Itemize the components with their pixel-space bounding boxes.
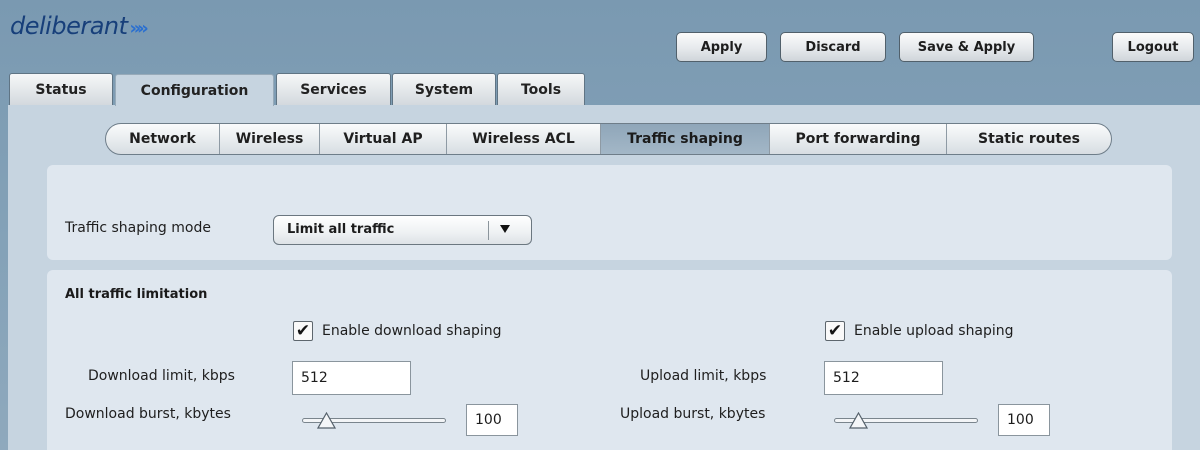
section-title: All traffic limitation [65, 287, 208, 302]
tab-services[interactable]: Services [276, 73, 391, 105]
logo-arrow-icon: »» [129, 18, 149, 39]
enable-download-shaping-label: Enable download shaping [322, 323, 502, 339]
tab-configuration[interactable]: Configuration [115, 74, 274, 106]
subtab-port-forwarding[interactable]: Port forwarding [770, 124, 947, 154]
checkmark-icon: ✔ [827, 320, 843, 341]
slider-thumb-icon[interactable] [849, 412, 868, 429]
discard-button[interactable]: Discard [780, 32, 886, 62]
apply-button[interactable]: Apply [676, 32, 767, 62]
upload-limit-label: Upload limit, kbps [640, 368, 767, 384]
configuration-subtabs: Network Wireless Virtual AP Wireless ACL… [105, 123, 1112, 155]
tab-status[interactable]: Status [9, 73, 113, 105]
subtab-static-routes[interactable]: Static routes [947, 124, 1111, 154]
logout-button[interactable]: Logout [1112, 32, 1194, 62]
traffic-shaping-mode-label: Traffic shaping mode [65, 220, 211, 236]
selected-mode-value: Limit all traffic [287, 222, 395, 237]
subtab-wireless-acl[interactable]: Wireless ACL [447, 124, 601, 154]
tab-tools[interactable]: Tools [497, 73, 585, 105]
enable-upload-shaping-checkbox[interactable]: ✔ [825, 321, 845, 341]
download-burst-input[interactable]: 100 [466, 404, 518, 436]
select-divider [488, 221, 489, 240]
download-limit-input[interactable]: 512 [292, 361, 411, 395]
dropdown-arrow-icon [500, 225, 510, 233]
enable-upload-shaping-label: Enable upload shaping [854, 323, 1014, 339]
upload-burst-label: Upload burst, kbytes [620, 406, 766, 422]
traffic-shaping-mode-select[interactable]: Limit all traffic [273, 215, 532, 245]
checkmark-icon: ✔ [295, 320, 311, 341]
tab-system[interactable]: System [392, 73, 496, 105]
slider-thumb-icon[interactable] [317, 412, 336, 429]
download-burst-slider[interactable] [302, 410, 446, 430]
logo-text: deliberant [10, 12, 128, 40]
upload-burst-slider[interactable] [834, 410, 978, 430]
save-apply-button[interactable]: Save & Apply [899, 32, 1034, 62]
subtab-virtual-ap[interactable]: Virtual AP [320, 124, 447, 154]
mode-panel [47, 165, 1172, 260]
download-limit-label: Download limit, kbps [88, 368, 235, 384]
deliberant-logo: deliberant»» [10, 12, 149, 40]
subtab-network[interactable]: Network [106, 124, 220, 154]
subtab-wireless[interactable]: Wireless [220, 124, 320, 154]
download-burst-label: Download burst, kbytes [65, 406, 231, 422]
subtab-traffic-shaping[interactable]: Traffic shaping [601, 124, 770, 154]
enable-download-shaping-checkbox[interactable]: ✔ [293, 321, 313, 341]
upload-limit-input[interactable]: 512 [824, 361, 943, 395]
upload-burst-input[interactable]: 100 [998, 404, 1050, 436]
